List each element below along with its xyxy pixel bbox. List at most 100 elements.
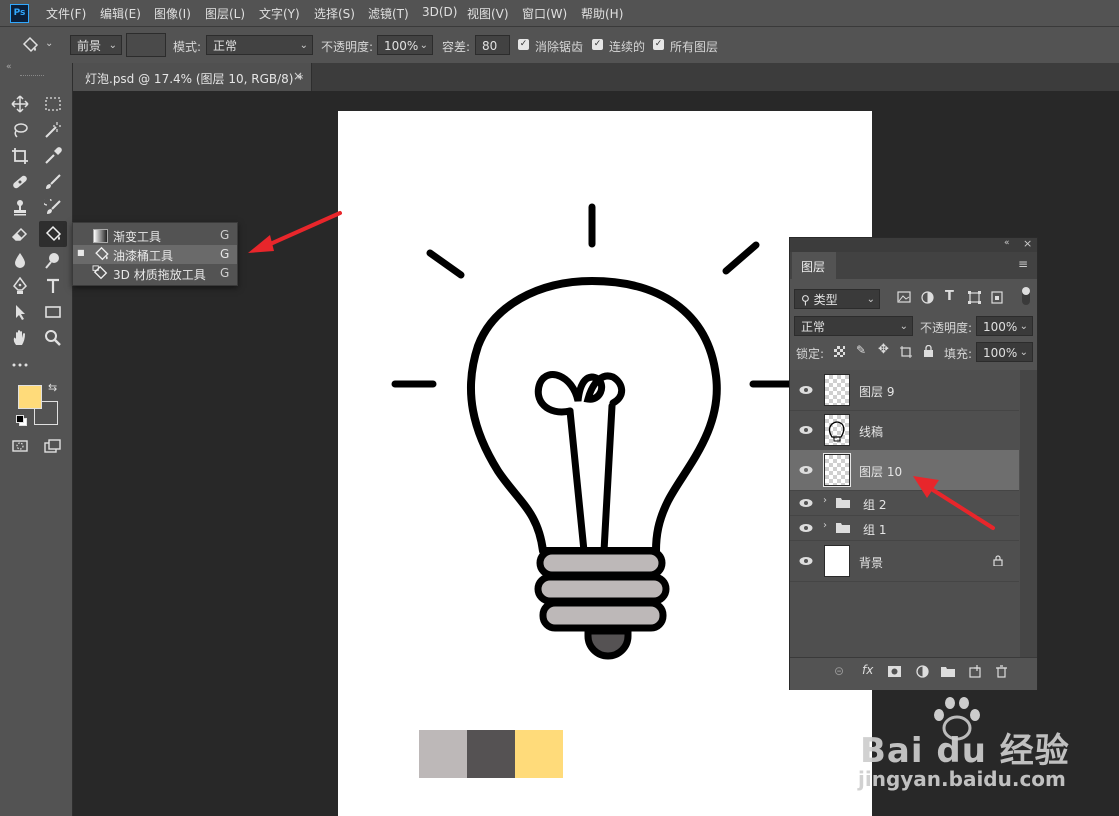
flyout-item-gradient[interactable]: 渐变工具 G — [73, 226, 237, 245]
add-mask-icon[interactable] — [888, 666, 901, 677]
fx-icon[interactable]: fx — [862, 663, 873, 677]
menu-layer[interactable]: 图层(L) — [205, 5, 245, 22]
visibility-eye-icon[interactable] — [799, 523, 813, 533]
magic-wand-tool-icon[interactable] — [41, 119, 65, 141]
panel-menu-icon[interactable]: ≡ — [1018, 257, 1028, 271]
lock-all-icon[interactable] — [923, 345, 934, 357]
paint-bucket-preset-icon[interactable] — [20, 36, 40, 54]
filter-adjustment-icon[interactable] — [921, 291, 934, 304]
blend-mode-select[interactable]: 正常 ⌄ — [794, 316, 913, 336]
screen-mode-icon[interactable] — [41, 435, 65, 457]
expand-chevron-icon[interactable]: › — [823, 520, 827, 531]
menu-image[interactable]: 图像(I) — [154, 5, 191, 22]
menu-edit[interactable]: 编辑(E) — [100, 5, 141, 22]
path-selection-tool-icon[interactable] — [8, 301, 32, 323]
layer-row[interactable]: 线稿 — [790, 410, 1019, 451]
history-brush-tool-icon[interactable] — [41, 197, 65, 219]
contiguous-checkbox[interactable]: ✓ — [592, 39, 603, 50]
fill-source-value: 前景 — [77, 39, 102, 53]
delete-layer-icon[interactable] — [996, 665, 1007, 678]
healing-brush-tool-icon[interactable] — [8, 171, 32, 193]
panel-grip[interactable] — [20, 75, 44, 79]
expand-chevron-icon[interactable]: › — [823, 495, 827, 506]
lasso-tool-icon[interactable] — [8, 119, 32, 141]
new-group-folder-icon[interactable] — [941, 666, 955, 677]
dodge-tool-icon[interactable] — [41, 249, 65, 271]
move-tool-icon[interactable] — [8, 93, 32, 115]
filter-shape-icon[interactable] — [968, 291, 981, 304]
contiguous-label: 连续的 — [609, 40, 646, 54]
menu-3d[interactable]: 3D(D) — [422, 5, 457, 19]
new-layer-icon[interactable] — [969, 665, 981, 678]
close-panel-icon[interactable]: × — [1023, 237, 1032, 250]
fill-source-select[interactable]: 前景 ⌄ — [70, 35, 122, 55]
gradient-tool-icon — [93, 229, 108, 243]
eyedropper-tool-icon[interactable] — [41, 145, 65, 167]
pattern-picker[interactable] — [126, 33, 166, 57]
lock-artboard-icon[interactable] — [900, 346, 912, 358]
collapse-panel-icon[interactable]: « — [1004, 238, 1010, 248]
quick-mask-icon[interactable] — [8, 435, 32, 457]
antialias-checkbox[interactable]: ✓ — [518, 39, 529, 50]
flyout-item-3d-material-drop[interactable]: 3D 材质拖放工具 G — [73, 264, 237, 283]
crop-tool-icon[interactable] — [8, 145, 32, 167]
antialias-label: 消除锯齿 — [535, 40, 584, 54]
visibility-eye-icon[interactable] — [799, 425, 813, 435]
zoom-tool-icon[interactable] — [41, 327, 65, 349]
layer-name: 组 2 — [863, 498, 887, 512]
marquee-tool-icon[interactable] — [41, 93, 65, 115]
collapse-panel-icon[interactable]: « — [6, 62, 12, 72]
filter-toggle[interactable] — [1022, 287, 1030, 305]
filter-smart-object-icon[interactable] — [991, 291, 1003, 304]
menu-select[interactable]: 选择(S) — [314, 5, 355, 22]
lock-transparency-icon[interactable] — [834, 346, 845, 357]
brush-tool-icon[interactable] — [41, 171, 65, 193]
menu-help[interactable]: 帮助(H) — [581, 5, 623, 22]
layer-opacity-field[interactable]: 100% ⌄ — [976, 316, 1033, 336]
menu-file[interactable]: 文件(F) — [46, 5, 86, 22]
layer-list-scrollbar[interactable] — [1020, 370, 1037, 657]
menu-view[interactable]: 视图(V) — [467, 5, 509, 22]
tab-layers[interactable]: 图层 — [792, 252, 836, 279]
lightbulb-thumbnail-icon — [828, 421, 845, 442]
tolerance-field[interactable]: 80 — [475, 35, 510, 55]
menu-filter[interactable]: 滤镜(T) — [368, 5, 409, 22]
menu-window[interactable]: 窗口(W) — [522, 5, 567, 22]
visibility-eye-icon[interactable] — [799, 498, 813, 508]
paint-bucket-tool-icon[interactable] — [39, 221, 67, 247]
hand-tool-icon[interactable] — [8, 327, 32, 349]
fill-field[interactable]: 100% ⌄ — [976, 342, 1033, 362]
filter-pixel-icon[interactable] — [897, 291, 911, 303]
chevron-down-icon: ⌄ — [419, 40, 428, 51]
swap-colors-icon[interactable]: ⇆ — [48, 381, 57, 394]
layer-row[interactable]: 图层 9 — [790, 370, 1019, 411]
link-layers-icon[interactable]: ⊝ — [834, 664, 844, 678]
rectangle-tool-icon[interactable] — [41, 301, 65, 323]
filter-type-icon[interactable]: T — [945, 289, 954, 304]
clone-stamp-tool-icon[interactable] — [8, 197, 32, 219]
menu-type[interactable]: 文字(Y) — [259, 5, 300, 22]
blur-tool-icon[interactable] — [8, 249, 32, 271]
visibility-eye-icon[interactable] — [799, 556, 813, 566]
layer-row[interactable]: 背景 — [790, 541, 1019, 582]
close-tab-icon[interactable]: × — [293, 69, 303, 83]
document-tab[interactable]: 灯泡.psd @ 17.4% (图层 10, RGB/8) * × — [73, 63, 312, 91]
foreground-color-swatch[interactable] — [18, 385, 42, 409]
all-layers-checkbox[interactable]: ✓ — [653, 39, 664, 50]
visibility-eye-icon[interactable] — [799, 465, 813, 475]
flyout-item-shortcut: G — [220, 228, 230, 242]
opacity-field[interactable]: 100% ⌄ — [377, 35, 433, 55]
visibility-eye-icon[interactable] — [799, 385, 813, 395]
more-tools-icon[interactable] — [8, 353, 32, 375]
new-adjustment-layer-icon[interactable] — [916, 665, 929, 678]
preset-chevron-down-icon[interactable]: ⌄ — [45, 38, 53, 49]
mode-select[interactable]: 正常 ⌄ — [206, 35, 313, 55]
default-colors-icon[interactable] — [16, 415, 27, 426]
lock-pixels-icon[interactable]: ✎ — [856, 343, 866, 357]
eraser-tool-icon[interactable] — [8, 223, 32, 245]
layer-filter-select[interactable]: ⚲ 类型 ⌄ — [794, 289, 880, 309]
flyout-item-paint-bucket[interactable]: ■ 油漆桶工具 G — [73, 245, 237, 264]
pen-tool-icon[interactable] — [8, 275, 32, 297]
type-tool-icon[interactable] — [41, 275, 65, 297]
lock-position-icon[interactable]: ✥ — [878, 342, 889, 357]
